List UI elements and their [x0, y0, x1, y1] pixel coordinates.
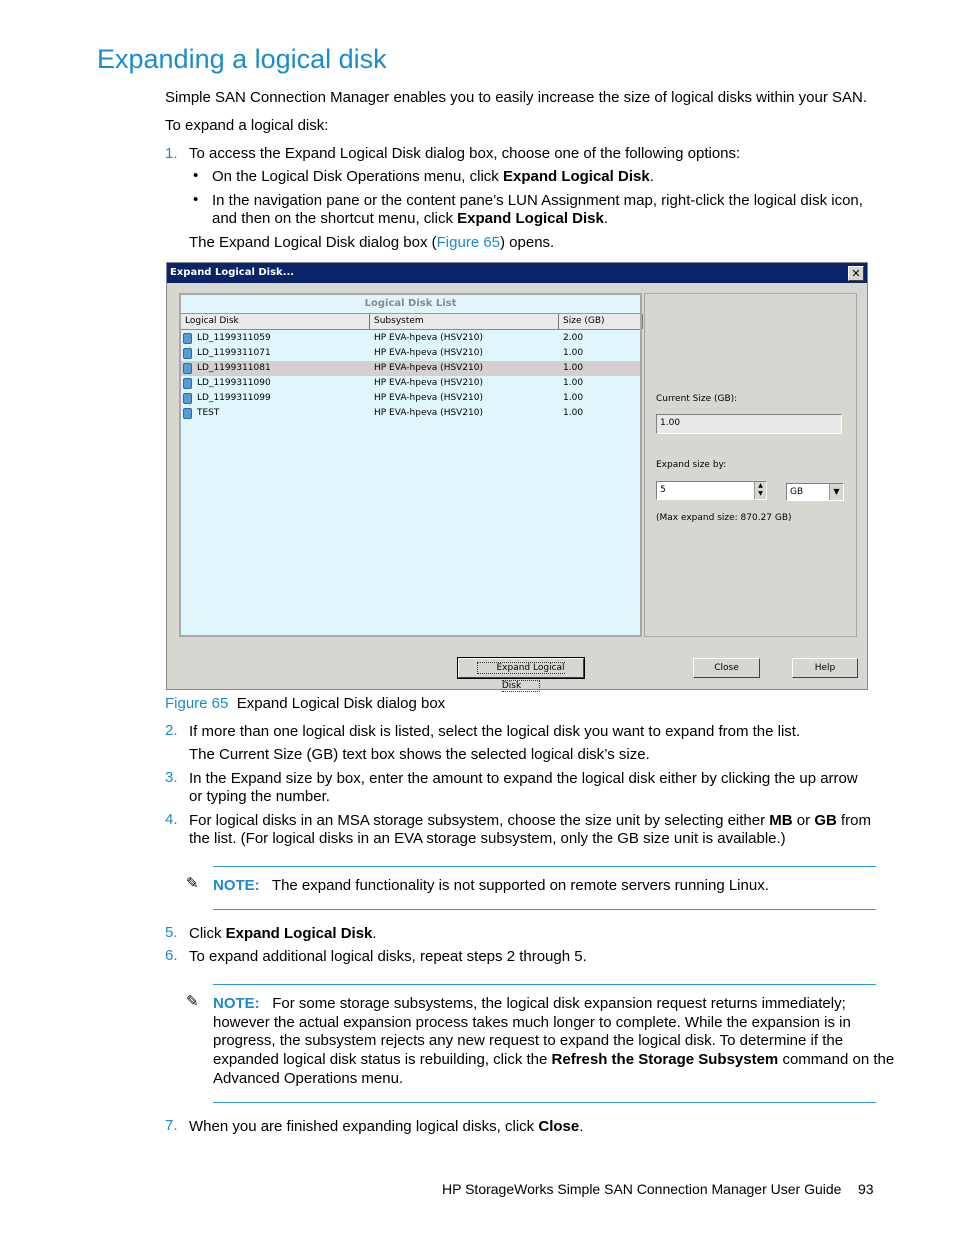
to-expand-text: To expand a logical disk:	[165, 117, 329, 134]
note-icon: ✎	[186, 875, 199, 892]
column-header-size[interactable]: Size (GB)	[559, 314, 643, 329]
help-button[interactable]: Help	[792, 658, 858, 678]
expand-size-label: Expand size by:	[656, 460, 727, 470]
list-item[interactable]: LD_1199311071 HP EVA-hpeva (HSV210) 1.00	[181, 346, 640, 361]
cell-logical-disk: LD_1199311090	[197, 378, 271, 388]
dialog-titlebar: Expand Logical Disk...	[167, 263, 867, 283]
cell-logical-disk: TEST	[197, 408, 220, 418]
step-6-text: To expand additional logical disks, repe…	[189, 948, 587, 965]
step-1-option-1: On the Logical Disk Operations menu, cli…	[212, 168, 654, 185]
step-3-line2: or typing the number.	[189, 788, 330, 805]
cell-logical-disk: LD_1199311059	[197, 333, 271, 343]
step-number: 2.	[165, 722, 178, 739]
step-number: 1.	[165, 145, 178, 162]
details-pane: Current Size (GB): 1.00 Expand size by: …	[644, 293, 857, 637]
note-divider	[213, 984, 876, 985]
logical-disk-list: Logical Disk List Logical Disk Subsystem…	[179, 293, 643, 637]
cell-logical-disk: LD_1199311099	[197, 393, 271, 403]
list-title: Logical Disk List	[181, 295, 640, 314]
step-4-line2: the list. (For logical disks in an EVA s…	[189, 830, 786, 847]
logical-disk-icon	[183, 333, 192, 344]
step-7-text: When you are finished expanding logical …	[189, 1118, 584, 1135]
column-header-subsystem[interactable]: Subsystem	[370, 314, 559, 329]
step-5-text: Click Expand Logical Disk.	[189, 925, 377, 942]
footer-guide-title: HP StorageWorks Simple SAN Connection Ma…	[442, 1181, 842, 1197]
cell-subsystem: HP EVA-hpeva (HSV210)	[374, 348, 484, 358]
column-header-logical-disk[interactable]: Logical Disk	[181, 314, 370, 329]
cell-size: 1.00	[563, 378, 584, 388]
chevron-down-icon[interactable]: ▼	[829, 484, 843, 500]
expand-size-input[interactable]: 5 ▲ ▼	[656, 481, 767, 500]
cell-logical-disk: LD_1199311081	[197, 363, 271, 373]
list-item[interactable]: LD_1199311059 HP EVA-hpeva (HSV210) 2.00	[181, 331, 640, 346]
step-1-result: The Expand Logical Disk dialog box (Figu…	[189, 234, 555, 251]
cell-logical-disk: LD_1199311071	[197, 348, 271, 358]
note-2-line4: expanded logical disk status is rebuildi…	[213, 1051, 895, 1068]
figure-link[interactable]: Figure 65	[437, 234, 500, 251]
close-button[interactable]: Close	[693, 658, 760, 678]
note-divider	[213, 866, 876, 867]
note-2-line2: however the actual expansion process tak…	[213, 1014, 851, 1031]
note-divider	[213, 1102, 876, 1103]
expand-logical-disk-dialog: Expand Logical Disk... ✕ Logical Disk Li…	[166, 262, 868, 692]
spinner-down-icon[interactable]: ▼	[755, 490, 766, 498]
step-number: 6.	[165, 947, 178, 964]
cell-size: 2.00	[563, 333, 584, 343]
step-number: 4.	[165, 811, 178, 828]
current-size-field: 1.00	[656, 414, 842, 434]
bullet: •	[193, 167, 199, 184]
cell-subsystem: HP EVA-hpeva (HSV210)	[374, 408, 484, 418]
expand-size-spinner[interactable]: ▲ ▼	[754, 482, 766, 499]
step-2-result: The Current Size (GB) text box shows the…	[189, 746, 650, 763]
dialog-title: Expand Logical Disk...	[170, 267, 295, 278]
page-title: Expanding a logical disk	[97, 44, 387, 74]
list-item[interactable]: TEST HP EVA-hpeva (HSV210) 1.00	[181, 406, 640, 421]
current-size-label: Current Size (GB):	[656, 394, 738, 404]
note-2-line1: NOTE: For some storage subsystems, the l…	[213, 995, 846, 1012]
cell-subsystem: HP EVA-hpeva (HSV210)	[374, 378, 484, 388]
cell-subsystem: HP EVA-hpeva (HSV210)	[374, 393, 484, 403]
step-1-text: To access the Expand Logical Disk dialog…	[189, 145, 741, 162]
cell-subsystem: HP EVA-hpeva (HSV210)	[374, 363, 484, 373]
note-2-line3: progress, the subsystem rejects any new …	[213, 1032, 844, 1049]
list-item[interactable]: LD_1199311099 HP EVA-hpeva (HSV210) 1.00	[181, 391, 640, 406]
list-item[interactable]: LD_1199311090 HP EVA-hpeva (HSV210) 1.00	[181, 376, 640, 391]
logical-disk-icon	[183, 348, 192, 359]
step-1-option-2-line2: and then on the shortcut menu, click Exp…	[212, 210, 609, 227]
logical-disk-icon	[183, 393, 192, 404]
step-1-option-2-line1: In the navigation pane or the content pa…	[212, 192, 863, 209]
note-2-line5: Advanced Operations menu.	[213, 1070, 404, 1087]
page-number: 93	[858, 1181, 874, 1197]
bullet: •	[193, 191, 199, 208]
step-number: 3.	[165, 769, 178, 786]
unit-select[interactable]: GB ▼	[786, 483, 844, 501]
cell-size: 1.00	[563, 363, 584, 373]
cell-size: 1.00	[563, 348, 584, 358]
step-3-line1: In the Expand size by box, enter the amo…	[189, 770, 858, 787]
list-item[interactable]: LD_1199311081 HP EVA-hpeva (HSV210) 1.00	[181, 361, 640, 376]
step-4-line1: For logical disks in an MSA storage subs…	[189, 812, 871, 829]
logical-disk-icon	[183, 378, 192, 389]
cell-size: 1.00	[563, 408, 584, 418]
note-1: NOTE: The expand functionality is not su…	[213, 877, 769, 894]
expand-logical-disk-button[interactable]: Expand Logical Disk	[457, 657, 585, 692]
figure-caption: Figure 65 Expand Logical Disk dialog box	[165, 695, 446, 712]
close-icon[interactable]: ✕	[848, 266, 864, 281]
logical-disk-icon	[183, 363, 192, 374]
step-number: 7.	[165, 1117, 178, 1134]
cell-size: 1.00	[563, 393, 584, 403]
list-column-headers: Logical Disk Subsystem Size (GB)	[181, 314, 643, 330]
step-number: 5.	[165, 924, 178, 941]
note-divider	[213, 909, 876, 910]
step-2-text: If more than one logical disk is listed,…	[189, 723, 801, 740]
max-expand-text: (Max expand size: 870.27 GB)	[656, 513, 792, 523]
note-icon: ✎	[186, 993, 199, 1010]
spinner-up-icon[interactable]: ▲	[755, 482, 766, 490]
cell-subsystem: HP EVA-hpeva (HSV210)	[374, 333, 484, 343]
logical-disk-icon	[183, 408, 192, 419]
intro-paragraph: Simple SAN Connection Manager enables yo…	[165, 89, 868, 106]
